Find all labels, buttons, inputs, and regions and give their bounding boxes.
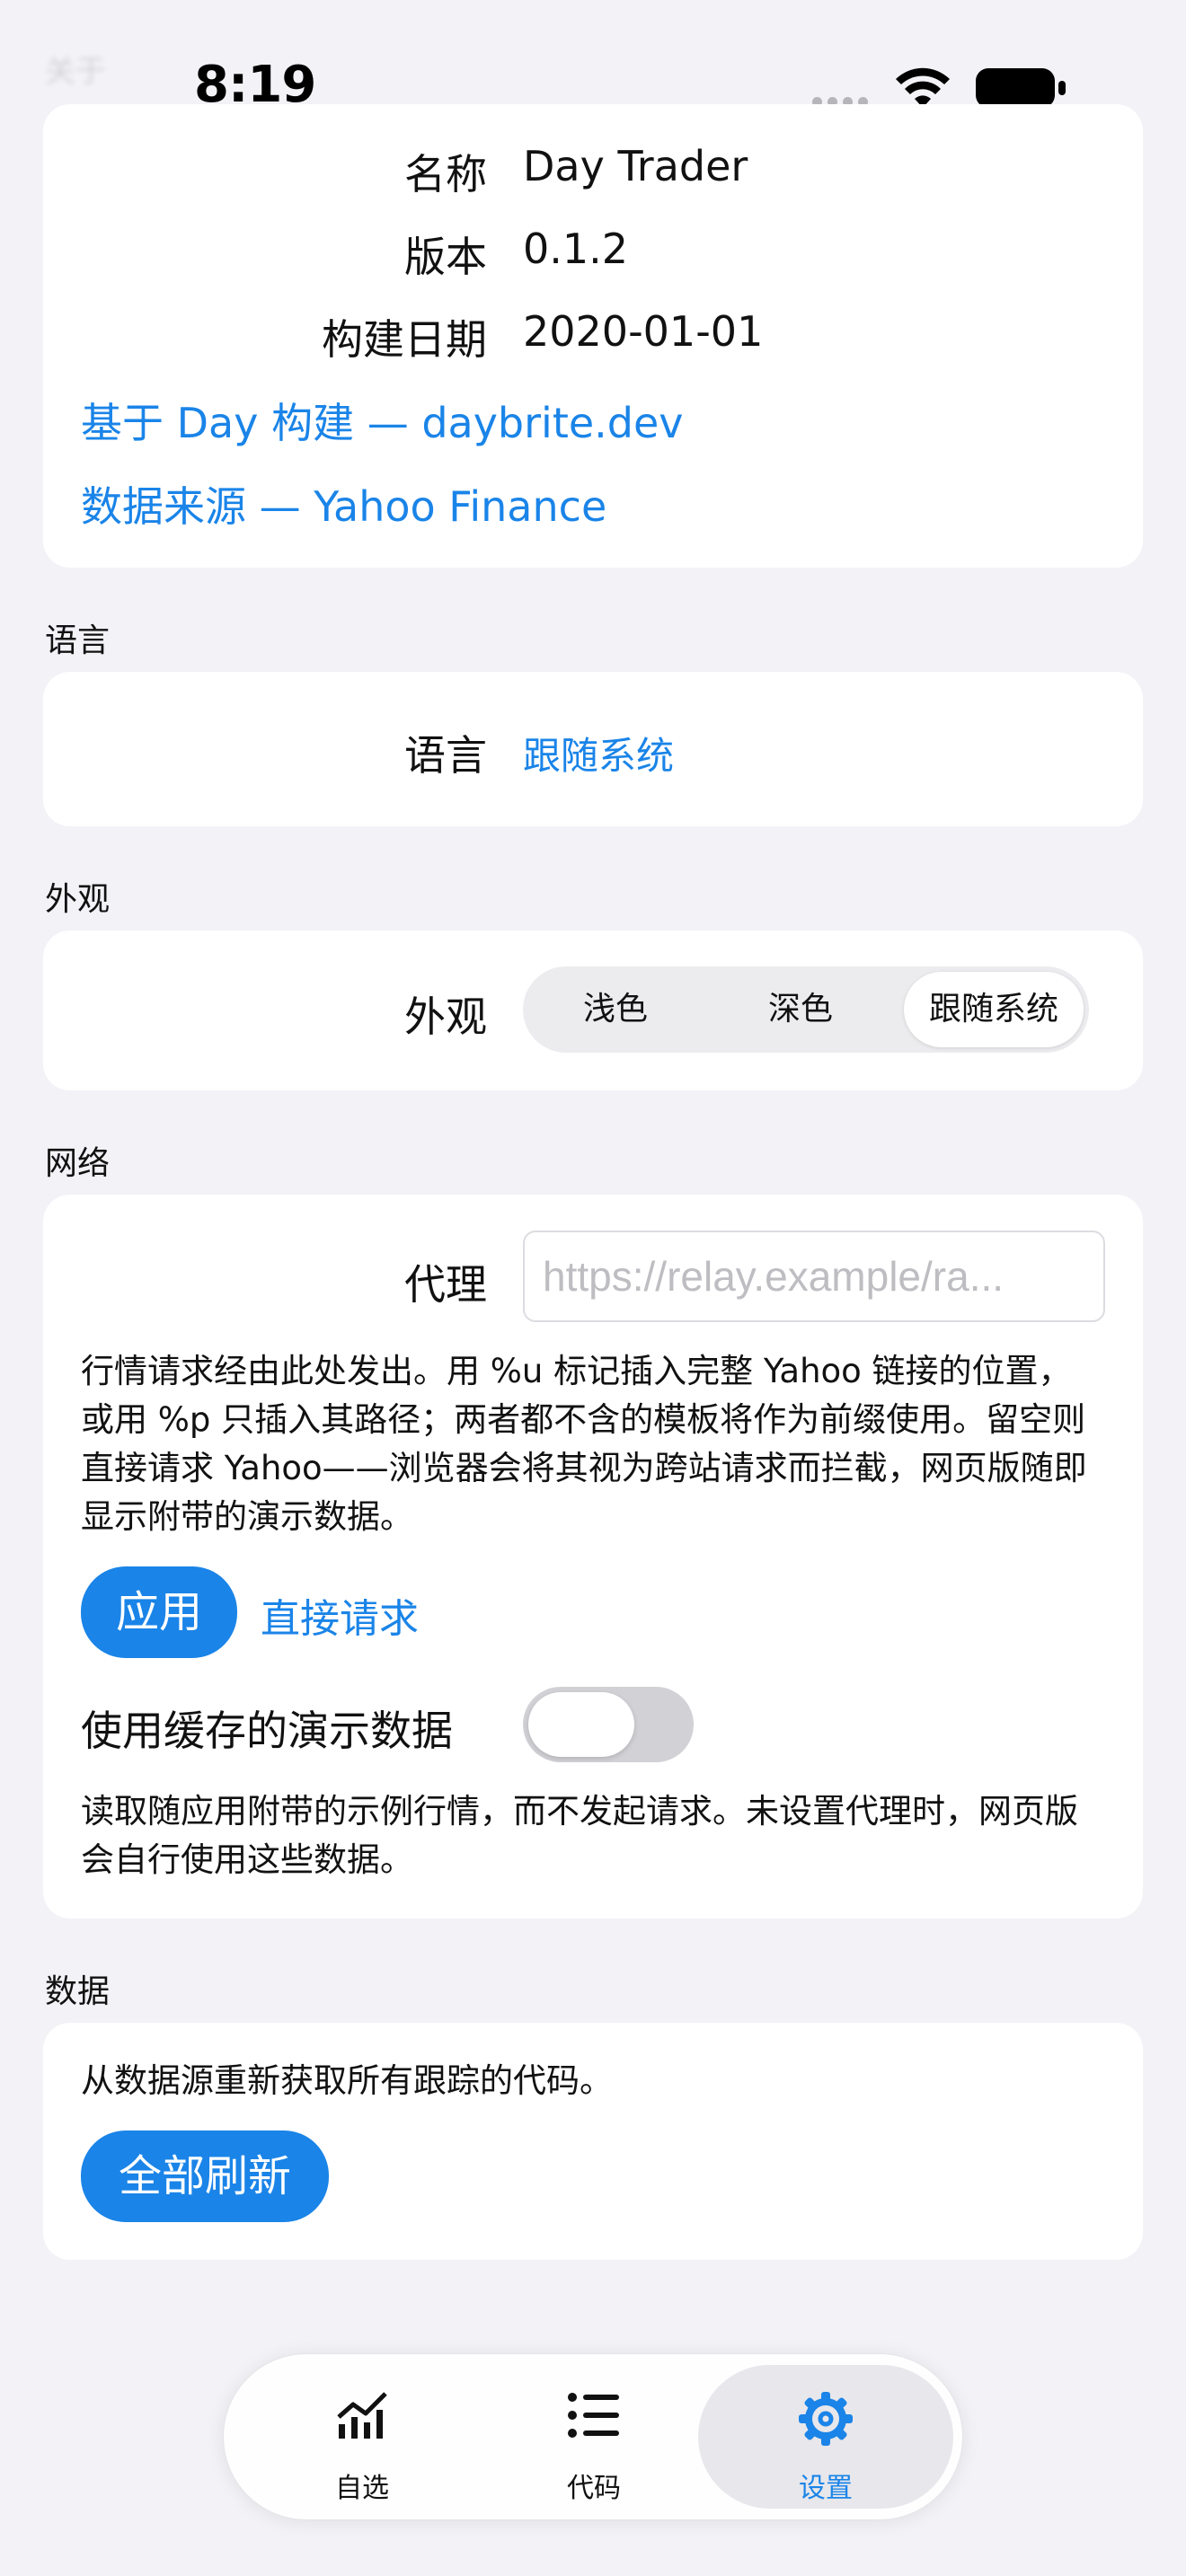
data-source-link[interactable]: 数据来源 — Yahoo Finance [81, 474, 606, 534]
data-description: 从数据源重新获取所有跟踪的代码。 [81, 2061, 613, 2100]
segment-light[interactable]: 浅色 [523, 966, 708, 1053]
version-value: 0.1.2 [523, 225, 629, 273]
segment-dark[interactable]: 深色 [708, 966, 893, 1053]
proxy-label: 代理 [404, 1260, 487, 1309]
built-with-link[interactable]: 基于 Day 构建 — daybrite.dev [81, 391, 684, 450]
proxy-input[interactable] [523, 1231, 1105, 1322]
name-value: Day Trader [523, 142, 748, 190]
settings-screen: 关于 8:19 名称 Day Trader 版本 0.1.2 构建日期 2020… [0, 0, 1186, 2576]
wifi-icon [896, 67, 950, 108]
language-picker[interactable]: 跟随系统 [523, 726, 674, 781]
data-section-header: 数据 [45, 1973, 111, 2010]
tab-bar: 自选 代码 设置 [223, 2353, 963, 2520]
cached-demo-toggle[interactable] [523, 1687, 694, 1762]
version-label: 版本 [404, 233, 487, 281]
appearance-section-header: 外观 [45, 881, 111, 918]
build-date-value: 2020-01-01 [523, 307, 764, 356]
list-icon [568, 2393, 619, 2438]
build-date-label: 构建日期 [322, 315, 487, 364]
cached-demo-label: 使用缓存的演示数据 [81, 1707, 453, 1755]
tab-settings[interactable]: 设置 [698, 2365, 953, 2509]
tab-symbols-label: 代码 [567, 2473, 621, 2504]
appearance-segmented-control: 浅色 深色 跟随系统 [523, 966, 1089, 1053]
segment-system[interactable]: 跟随系统 [904, 972, 1084, 1047]
chart-line-icon [337, 2392, 387, 2439]
tab-symbols[interactable]: 代码 [466, 2365, 721, 2509]
battery-icon [976, 68, 1066, 108]
direct-request-button[interactable]: 直接请求 [261, 1586, 419, 1644]
proxy-description: 行情请求经由此处发出。用 %u 标记插入完整 Yahoo 链接的位置，或用 %p… [81, 1352, 1087, 1536]
gear-icon [799, 2392, 853, 2446]
tab-watchlist-label: 自选 [335, 2473, 389, 2504]
language-section-header: 语言 [45, 622, 111, 659]
tab-settings-label: 设置 [799, 2473, 853, 2504]
appearance-label: 外观 [404, 992, 487, 1041]
cached-demo-description: 读取随应用附带的示例行情，而不发起请求。未设置代理时，网页版会自行使用这些数据。 [81, 1792, 1078, 1879]
apply-button[interactable]: 应用 [81, 1566, 237, 1658]
language-label: 语言 [404, 731, 487, 780]
network-section-header: 网络 [45, 1145, 111, 1182]
toggle-knob [528, 1692, 634, 1757]
refresh-all-button[interactable]: 全部刷新 [81, 2130, 329, 2222]
tab-watchlist[interactable]: 自选 [235, 2365, 490, 2509]
nav-title-faded: 关于 [45, 54, 106, 90]
name-label: 名称 [404, 150, 487, 198]
